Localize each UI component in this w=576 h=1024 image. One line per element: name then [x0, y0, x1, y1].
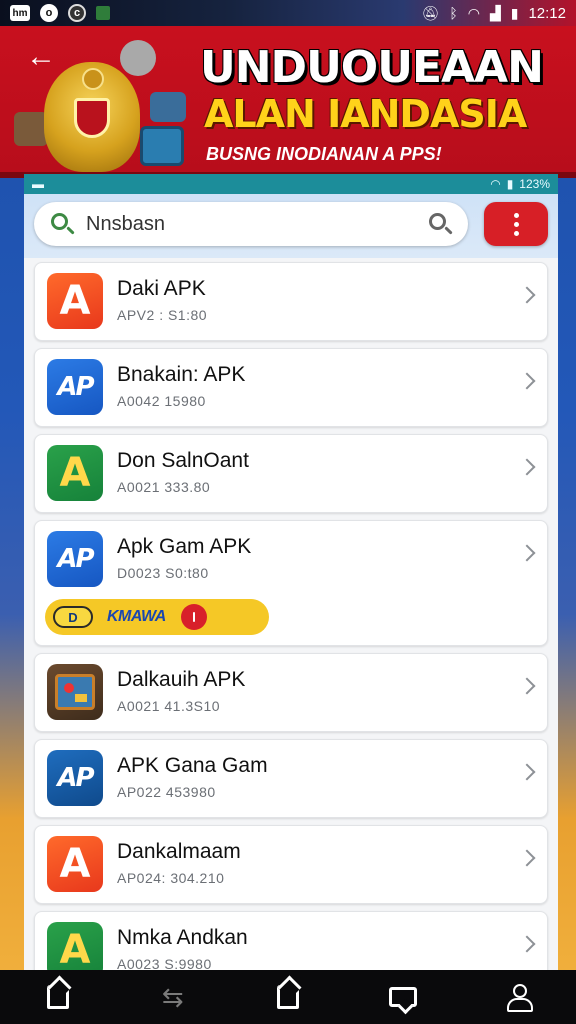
notification-circle-dark-icon: c	[68, 4, 86, 22]
banner-subtitle-yellow: ALAN IANDASIA	[204, 92, 527, 136]
status-bar-left: hm o c	[10, 4, 110, 22]
green-triangle-icon: A	[47, 922, 103, 970]
chevron-right-icon	[518, 544, 536, 562]
app-meta: APV2 : S1:80	[117, 307, 208, 323]
search-input[interactable]	[86, 212, 426, 236]
banner-tagline: BUSNG INODIANAN A PPS!	[206, 144, 442, 164]
clock: 12:12	[528, 4, 566, 22]
app-meta: D0023 S0:t80	[117, 565, 209, 581]
promo-chip: D	[53, 606, 93, 628]
app-name: Apk Gam APK	[117, 535, 252, 558]
search-submit-icon[interactable]	[426, 210, 454, 238]
chevron-right-icon	[518, 935, 536, 953]
inner-app-icon: ▬	[32, 177, 44, 191]
app-meta: A0023 S:9980	[117, 956, 212, 970]
list-item[interactable]: A Nmka Andkan A0023 S:9980	[34, 911, 548, 970]
chevron-right-icon	[518, 849, 536, 867]
list-item[interactable]: A Don SalnOant A0021 333.80	[34, 434, 548, 513]
app-list: A Daki APK APV2 : S1:80 AP Bnakain: APK …	[34, 262, 548, 970]
wifi-icon: ◠	[467, 5, 480, 21]
promo-toggle[interactable]: D KMAWA	[45, 599, 269, 635]
app-meta: A0021 333.80	[117, 479, 211, 495]
green-triangle-icon: A	[47, 445, 103, 501]
chevron-right-icon	[518, 286, 536, 304]
app-name: Dalkauih APK	[117, 668, 246, 691]
hero-banner: ← UNDUOUEAAN ALAN IANDASIA BUSNG INODIAN…	[0, 26, 576, 178]
profile-icon[interactable]	[488, 975, 548, 1019]
garuda-emblem-icon	[44, 62, 140, 172]
list-item[interactable]: AP APK Gana Gam AP022 453980	[34, 739, 548, 818]
list-item[interactable]: AP Apk Gam APK D0023 S0:t80 D KMAWA	[34, 520, 548, 646]
inner-status-right: ◠ ▮ 123%	[490, 177, 550, 191]
list-item[interactable]: AP Bnakain: APK A0042 15980	[34, 348, 548, 427]
app-name: Daki APK	[117, 277, 206, 300]
chevron-right-icon	[518, 763, 536, 781]
app-panel: ▬ ◠ ▮ 123% A Daki APK APV2 : S1:80	[24, 174, 558, 970]
search-box[interactable]	[34, 202, 468, 246]
banner-title: UNDUOUEAAN	[200, 42, 544, 93]
status-bar: hm o c 🔕︎ ᛒ ◠ ▟ ▮ 12:12	[0, 0, 576, 26]
app-meta: A0021 41.3S10	[117, 698, 221, 714]
orange-a-icon: A	[47, 273, 103, 329]
emblem-head	[82, 68, 104, 90]
game-icon	[47, 664, 103, 720]
battery-icon: ▮	[510, 5, 519, 21]
search-icon	[48, 210, 76, 238]
chevron-right-icon	[518, 372, 536, 390]
device-deco-icon	[140, 126, 184, 166]
inner-battery-icon: ▮	[506, 177, 514, 191]
app-meta: AP024: 304.210	[117, 870, 225, 886]
notification-green-icon	[96, 6, 110, 20]
app-name: Bnakain: APK	[117, 363, 246, 386]
back-icon[interactable]: ⇆	[143, 975, 203, 1019]
bottom-nav: ⇆	[0, 970, 576, 1024]
notification-circle-icon: o	[40, 4, 58, 22]
orange-a-icon: A	[47, 836, 103, 892]
inner-battery-text: 123%	[519, 177, 550, 191]
chevron-right-icon	[518, 458, 536, 476]
list-item[interactable]: A Daki APK APV2 : S1:80	[34, 262, 548, 341]
blue-ap-icon: AP	[47, 750, 103, 806]
status-bar-right: 🔕︎ ᛒ ◠ ▟ ▮ 12:12	[422, 5, 566, 22]
app-name: Dankalmaam	[117, 840, 241, 863]
list-item[interactable]: A Dankalmaam AP024: 304.210	[34, 825, 548, 904]
notification-badge: hm	[10, 5, 30, 21]
promo-label: KMAWA	[107, 608, 166, 625]
inner-status-bar: ▬ ◠ ▮ 123%	[24, 174, 558, 194]
app-meta: A0042 15980	[117, 393, 206, 409]
home-icon[interactable]	[28, 975, 88, 1019]
list-item[interactable]: Dalkauih APK A0021 41.3S10	[34, 653, 548, 732]
bluetooth-icon: ᛒ	[449, 5, 458, 21]
inner-wifi-icon: ◠	[490, 177, 501, 191]
search-area	[24, 194, 558, 258]
blue-ap-icon: AP	[47, 531, 103, 587]
app-name: Don SalnOant	[117, 449, 249, 472]
overflow-menu-button[interactable]	[484, 202, 548, 246]
mute-icon: 🔕︎	[421, 5, 440, 21]
card-deco-icon	[150, 92, 186, 122]
sticker-deco-icon	[14, 112, 48, 146]
toggle-knob-icon[interactable]	[181, 604, 207, 630]
house-icon[interactable]	[258, 975, 318, 1019]
app-meta: AP022 453980	[117, 784, 216, 800]
blue-ap-icon: AP	[47, 359, 103, 415]
chat-icon[interactable]	[373, 975, 433, 1019]
chevron-right-icon	[518, 677, 536, 695]
mascot-deco-icon	[120, 40, 156, 76]
back-arrow-icon[interactable]: ←	[26, 40, 56, 74]
emblem-shield	[74, 98, 110, 138]
signal-icon: ▟	[489, 5, 501, 21]
app-name: APK Gana Gam	[117, 754, 268, 777]
app-name: Nmka Andkan	[117, 926, 248, 949]
